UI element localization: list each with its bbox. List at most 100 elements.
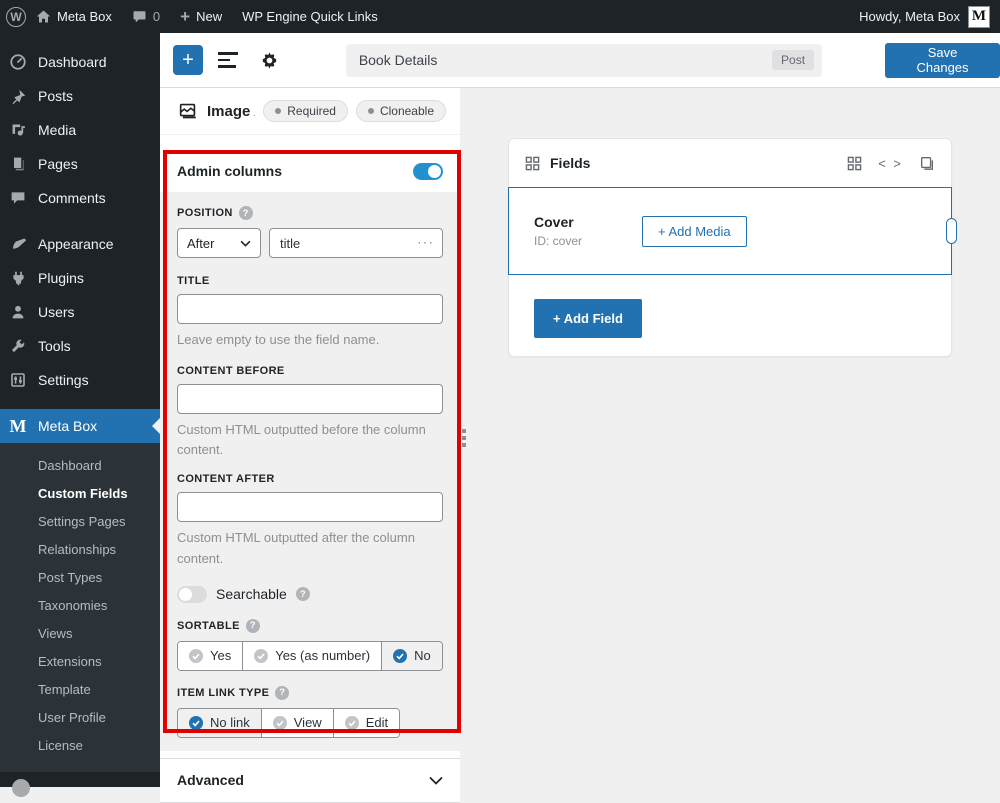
submenu-item-user-profile[interactable]: User Profile [0,704,160,732]
sortable-option-no[interactable]: No [382,642,442,670]
sidebar-label: Tools [38,338,71,354]
title-input[interactable] [177,294,443,324]
admin-bar-comments[interactable]: 0 [122,0,170,33]
fields-panel: Fields < > Cover ID: cover + Add Media +… [508,138,952,357]
submenu-item-settings-pages[interactable]: Settings Pages [0,508,160,536]
admin-columns-title: Admin columns [177,163,282,179]
item-link-option-view[interactable]: View [262,709,334,737]
check-circle-icon [254,649,268,663]
sortable-label: SORTABLE? [177,619,443,633]
help-icon[interactable]: ? [296,587,310,601]
item-link-option-no-link[interactable]: No link [178,709,262,737]
sidebar-item-settings[interactable]: Settings [0,363,160,397]
add-field-button[interactable]: + Add Field [534,299,642,338]
content-after-help-text: Custom HTML outputted after the column c… [177,528,443,568]
image-advanced-icon [177,100,199,122]
submenu-item-taxonomies[interactable]: Taxonomies [0,592,160,620]
content-before-input[interactable] [177,384,443,414]
item-link-option-edit[interactable]: Edit [334,709,399,737]
field-row-cover[interactable]: Cover ID: cover + Add Media [508,187,952,275]
admin-bar-wp-engine-quick-links[interactable]: WP Engine Quick Links [232,0,388,33]
check-circle-icon [345,716,359,730]
position-select[interactable]: After [177,228,261,258]
post-type-badge: Post [772,50,814,70]
searchable-toggle[interactable] [177,586,207,603]
quick-links-label: WP Engine Quick Links [242,9,378,24]
sidebar-item-meta-box[interactable]: M Meta Box [0,409,160,443]
sidebar-item-plugins[interactable]: Plugins [0,261,160,295]
admin-sidebar: Dashboard Posts Media Pages Comments [0,33,160,787]
howdy-label[interactable]: Howdy, Meta Box [859,9,960,24]
content-after-input[interactable] [177,492,443,522]
avatar[interactable]: M [968,6,990,28]
wordpress-logo-icon[interactable]: W [6,7,26,27]
active-menu-arrow [152,418,160,434]
settings-gear-icon[interactable] [260,51,279,70]
sidebar-item-tools[interactable]: Tools [0,329,160,363]
admin-columns-toggle[interactable] [413,163,443,180]
submenu-item-license[interactable]: License [0,732,160,760]
clone-handle[interactable] [946,218,957,244]
submenu-item-custom-fields[interactable]: Custom Fields [0,480,160,508]
grid-view-icon[interactable] [847,156,862,171]
sidebar-item-dashboard[interactable]: Dashboard [0,45,160,79]
pages-icon [8,154,28,174]
code-view-icon[interactable]: < > [878,156,903,171]
ellipsis-options-icon[interactable]: ··· [417,234,434,250]
sidebar-label: Users [38,304,75,320]
sidebar-item-comments[interactable]: Comments [0,181,160,215]
help-icon[interactable]: ? [239,206,253,220]
sidebar-label: Plugins [38,270,84,286]
sidebar-item-users[interactable]: Users [0,295,160,329]
advanced-section-header[interactable]: Advanced [160,758,460,803]
submenu-item-post-types[interactable]: Post Types [0,564,160,592]
submenu-item-views[interactable]: Views [0,620,160,648]
help-icon[interactable]: ? [246,619,260,633]
admin-bar-new[interactable]: + New [170,0,232,33]
sortable-option-yes[interactable]: Yes [178,642,243,670]
submenu-item-extensions[interactable]: Extensions [0,648,160,676]
panel-drag-handle-dots[interactable] [462,429,467,447]
add-media-button[interactable]: + Add Media [642,216,747,247]
field-settings-panel: Image Advan Required Cloneable Admin col… [160,88,460,787]
sidebar-item-posts[interactable]: Posts [0,79,160,113]
grid-icon [525,156,540,171]
field-header[interactable]: Image Advan Required Cloneable [160,88,460,135]
comments-count: 0 [153,9,160,24]
sidebar-item-appearance[interactable]: Appearance [0,227,160,261]
admin-bar-site-name[interactable]: Meta Box [26,0,122,33]
submenu-item-template[interactable]: Template [0,676,160,704]
searchable-label: Searchable [216,586,287,602]
content-before-help-text: Custom HTML outputted before the column … [177,420,443,460]
admin-bar: W Meta Box 0 + New WP Engine Quick Links… [0,0,1000,33]
post-title-input[interactable] [346,44,822,77]
position-label: POSITION? [177,206,443,220]
item-link-type-options: No link View Edit [177,708,400,738]
new-label: New [196,9,222,24]
builder-toolbar: + Post Save Changes [160,33,1000,88]
sidebar-item-pages[interactable]: Pages [0,147,160,181]
submenu-item-relationships[interactable]: Relationships [0,536,160,564]
help-icon[interactable]: ? [275,686,289,700]
save-changes-button[interactable]: Save Changes [885,43,1000,78]
check-circle-icon [189,716,203,730]
comments-icon [8,188,28,208]
fields-panel-title: Fields [550,155,590,171]
chevron-down-icon [240,240,251,247]
media-icon [8,120,28,140]
home-icon [36,9,51,24]
sidebar-item-media[interactable]: Media [0,113,160,147]
cloneable-badge: Cloneable [356,100,446,122]
copy-icon[interactable] [919,155,935,171]
structure-view-icon[interactable] [218,52,240,68]
field-name: Cover [534,214,642,230]
sortable-options: Yes Yes (as number) No [177,641,443,671]
collapse-menu-icon[interactable] [12,779,30,797]
meta-box-logo-icon: M [8,416,28,436]
sortable-option-yes-as-number[interactable]: Yes (as number) [243,642,382,670]
add-field-toolbar-button[interactable]: + [173,45,203,75]
dashboard-icon [8,52,28,72]
submenu-item-dashboard[interactable]: Dashboard [0,452,160,480]
sidebar-label: Comments [38,190,106,206]
user-icon [8,302,28,322]
